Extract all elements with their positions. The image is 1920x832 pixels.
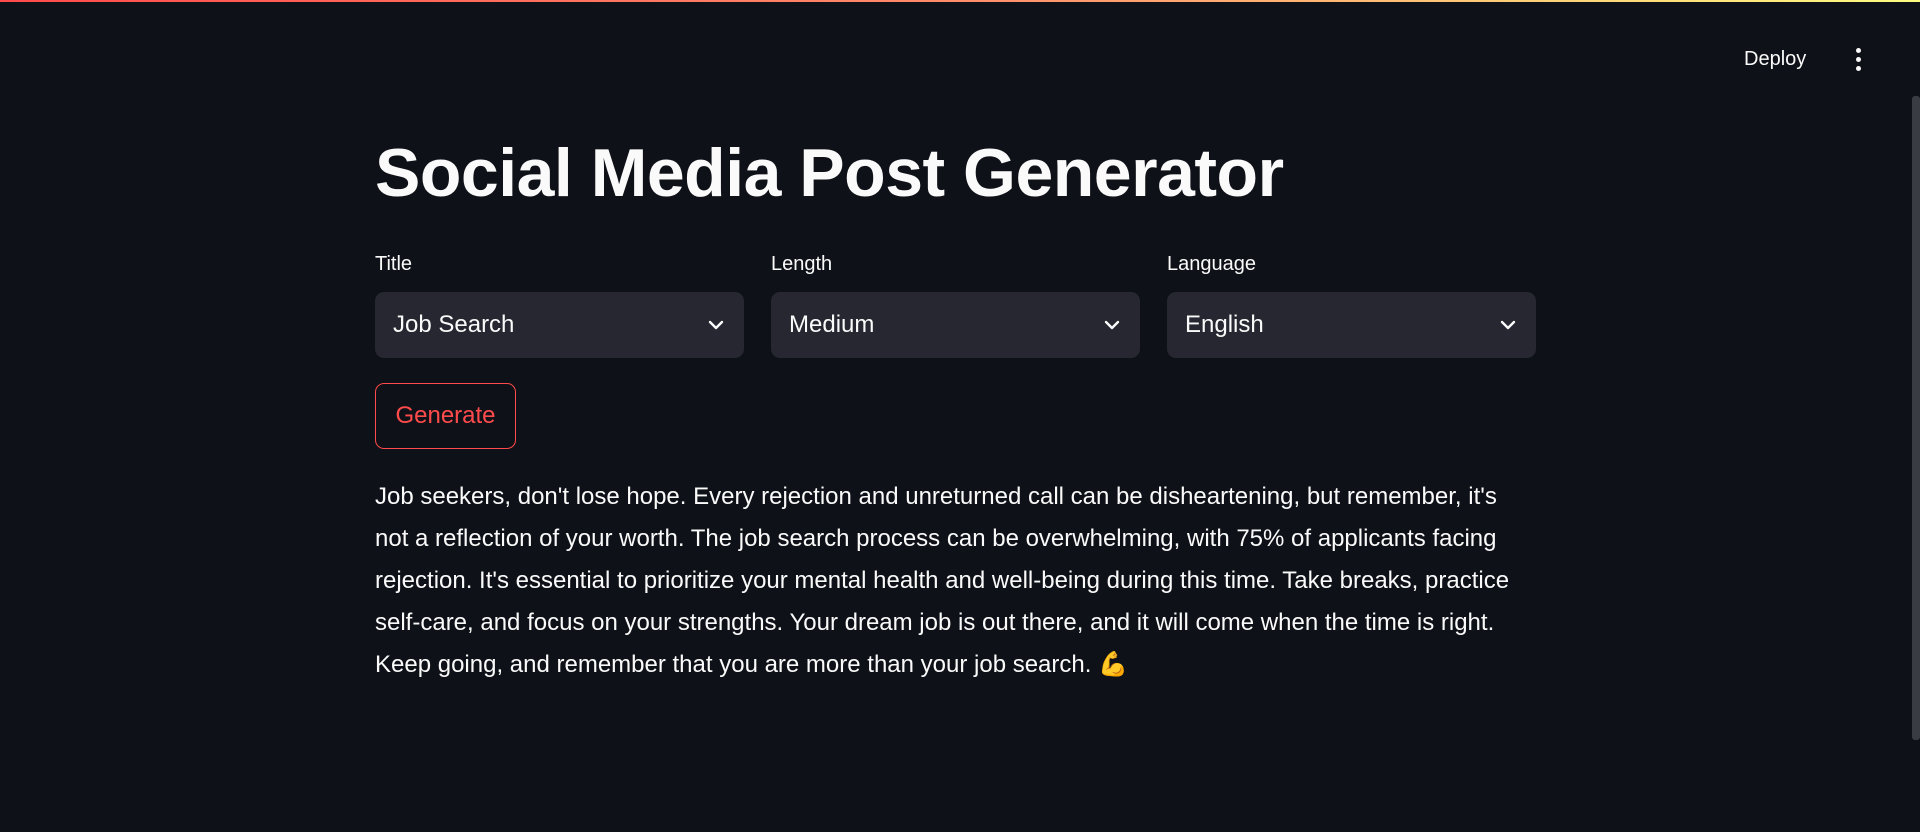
title-field: Title Job Search <box>375 250 744 358</box>
chevron-down-icon <box>708 320 724 330</box>
language-select[interactable]: English <box>1167 292 1536 358</box>
generated-post-text: Job seekers, don't lose hope. Every reje… <box>375 483 1510 678</box>
scrollbar[interactable] <box>1912 96 1920 740</box>
language-field: Language English <box>1167 250 1536 358</box>
length-label: Length <box>771 253 833 275</box>
language-label: Language <box>1167 253 1256 275</box>
title-select[interactable]: Job Search <box>375 292 744 358</box>
chevron-down-icon <box>1500 320 1516 330</box>
page-title: Social Media Post Generator <box>375 135 1284 211</box>
length-select-value: Medium <box>789 311 875 338</box>
chevron-down-icon <box>1104 320 1120 330</box>
app-header: Deploy <box>0 0 1920 96</box>
more-vertical-icon[interactable] <box>1844 42 1872 76</box>
length-field: Length Medium <box>771 250 1140 358</box>
generate-button[interactable]: Generate <box>375 383 516 449</box>
language-select-value: English <box>1185 311 1264 338</box>
title-label: Title <box>375 253 413 275</box>
title-select-value: Job Search <box>393 311 515 338</box>
length-select[interactable]: Medium <box>771 292 1140 358</box>
deploy-button[interactable]: Deploy <box>1734 42 1816 76</box>
